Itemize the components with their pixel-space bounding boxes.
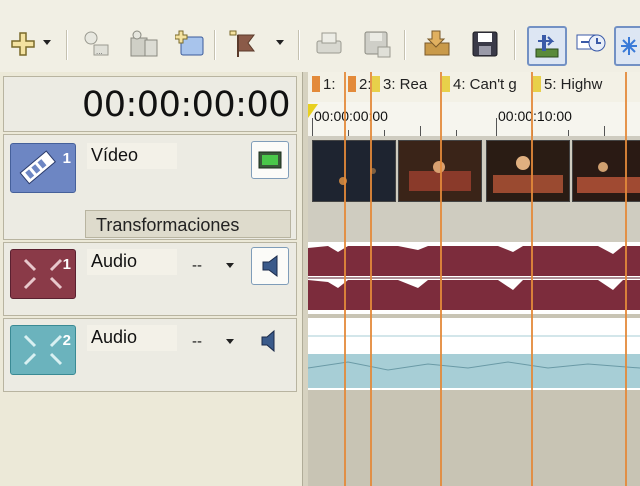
marker-line xyxy=(440,72,442,486)
import-media-icon xyxy=(424,30,450,56)
marker-flag-icon xyxy=(372,76,380,92)
video-screen-icon xyxy=(258,151,282,169)
track-name[interactable]: Audio xyxy=(87,249,177,275)
track-header-panel: 00:00:00:00 1 Vídeo Transformaciones 1 A… xyxy=(0,72,302,486)
channel-select-value[interactable]: -- xyxy=(192,333,202,350)
video-clip[interactable] xyxy=(308,136,640,206)
save-as-button[interactable] xyxy=(360,22,394,66)
speaker-icon xyxy=(261,329,275,353)
ruler-tick xyxy=(420,126,421,136)
film-reel-button[interactable] xyxy=(127,22,161,66)
marker-1[interactable]: 1: xyxy=(312,76,336,93)
save-as-icon xyxy=(364,31,391,58)
marker-line xyxy=(370,72,372,486)
audio-track-2-header[interactable]: 2 Audio -- xyxy=(3,318,297,392)
track-name[interactable]: Audio xyxy=(87,325,177,351)
audio-waveform xyxy=(308,318,640,390)
marker-line xyxy=(344,72,346,486)
tab-transformaciones[interactable]: Transformaciones xyxy=(85,210,291,238)
audio-track-icon: 1 xyxy=(10,249,76,299)
auto-ripple-icon xyxy=(576,34,606,52)
marker-label: 4: Can't g xyxy=(453,76,517,93)
marker-bar: 1: 2: 3: Rea 4: Can't g 5: Highw xyxy=(308,72,640,102)
timeline-area[interactable]: 1: 2: 3: Rea 4: Can't g 5: Highw 00:00:0… xyxy=(308,72,640,486)
marker-flag-icon xyxy=(348,76,356,92)
audio-track-1-header[interactable]: 1 Audio -- xyxy=(3,242,297,316)
print-icon xyxy=(316,32,342,54)
ruler-tick xyxy=(496,118,497,136)
sparkle-toggle-button[interactable] xyxy=(614,26,640,66)
timecode-display: 00:00:00:00 xyxy=(3,76,297,132)
import-media-button[interactable] xyxy=(420,22,454,66)
marker-flag-icon xyxy=(442,76,450,92)
marker-flag-icon xyxy=(533,76,541,92)
svg-text:...: ... xyxy=(96,47,103,56)
insert-button[interactable]: ... xyxy=(80,22,114,66)
marker-5[interactable]: 5: Highw xyxy=(533,76,602,93)
video-thumbnail xyxy=(486,140,570,202)
ruler-label: 00:00:10:00 xyxy=(498,108,572,124)
channel-select-value[interactable]: -- xyxy=(192,257,202,274)
chevron-down-icon[interactable] xyxy=(226,339,234,344)
track-number: 1 xyxy=(62,150,71,167)
ruler-tick xyxy=(312,118,313,136)
marker-label: 3: Rea xyxy=(383,76,428,93)
track-name[interactable]: Vídeo xyxy=(87,143,177,169)
marker-flag-icon xyxy=(229,30,255,57)
snap-toggle-button[interactable] xyxy=(527,26,567,66)
marker-3[interactable]: 3: Rea xyxy=(372,76,427,93)
cursor-flag-icon[interactable] xyxy=(308,104,318,118)
ruler-label: 00:00:00:00 xyxy=(314,108,388,124)
video-fx-lane xyxy=(308,206,640,242)
mute-button[interactable] xyxy=(260,329,280,358)
sparkle-icon xyxy=(621,37,637,55)
ruler-tick xyxy=(604,126,605,136)
snap-icon xyxy=(535,35,559,58)
save-icon xyxy=(472,31,498,57)
new-folder-icon xyxy=(175,30,204,56)
mute-button[interactable] xyxy=(251,247,289,285)
marker-4[interactable]: 4: Can't g xyxy=(442,76,517,93)
audio-clip-2[interactable] xyxy=(308,318,640,390)
marker-flag-icon xyxy=(312,76,320,92)
add-track-button[interactable] xyxy=(6,22,40,66)
new-folder-button[interactable] xyxy=(173,22,207,66)
marker-line xyxy=(531,72,533,486)
toolbar-separator xyxy=(214,30,216,60)
chevron-down-icon[interactable] xyxy=(226,263,234,268)
video-fx-button[interactable] xyxy=(251,141,289,179)
marker-label: 1: xyxy=(323,76,336,93)
save-button[interactable] xyxy=(468,22,502,66)
auto-ripple-button[interactable] xyxy=(574,22,608,66)
toolbar-separator xyxy=(298,30,300,60)
add-track-icon xyxy=(11,32,35,56)
empty-track-area[interactable] xyxy=(308,390,640,486)
video-thumbnail xyxy=(572,140,640,202)
track-number: 1 xyxy=(62,256,71,273)
film-reel-icon xyxy=(130,30,158,57)
main-toolbar: ... xyxy=(0,0,640,73)
marker-label: 5: Highw xyxy=(544,76,603,93)
track-number: 2 xyxy=(62,332,71,349)
toolbar-separator xyxy=(404,30,406,60)
time-ruler[interactable]: 00:00:00:00 00:00:10:00 xyxy=(308,102,640,137)
chevron-down-icon[interactable] xyxy=(43,40,51,45)
video-track-icon: 1 xyxy=(10,143,76,193)
marker-line xyxy=(625,72,627,486)
print-button[interactable] xyxy=(312,22,346,66)
audio-clip-1[interactable] xyxy=(308,242,640,314)
speaker-icon xyxy=(262,255,278,277)
toolbar-separator xyxy=(514,30,516,60)
toolbar-separator xyxy=(66,30,68,60)
marker-button[interactable] xyxy=(225,22,259,66)
audio-waveform xyxy=(308,242,640,314)
timecode-text: 00:00:00:00 xyxy=(81,85,291,125)
chevron-down-icon[interactable] xyxy=(276,40,284,45)
insert-icon: ... xyxy=(84,31,109,56)
marker-2[interactable]: 2: xyxy=(348,76,372,93)
video-thumbnail xyxy=(312,140,396,202)
audio-track-icon: 2 xyxy=(10,325,76,375)
